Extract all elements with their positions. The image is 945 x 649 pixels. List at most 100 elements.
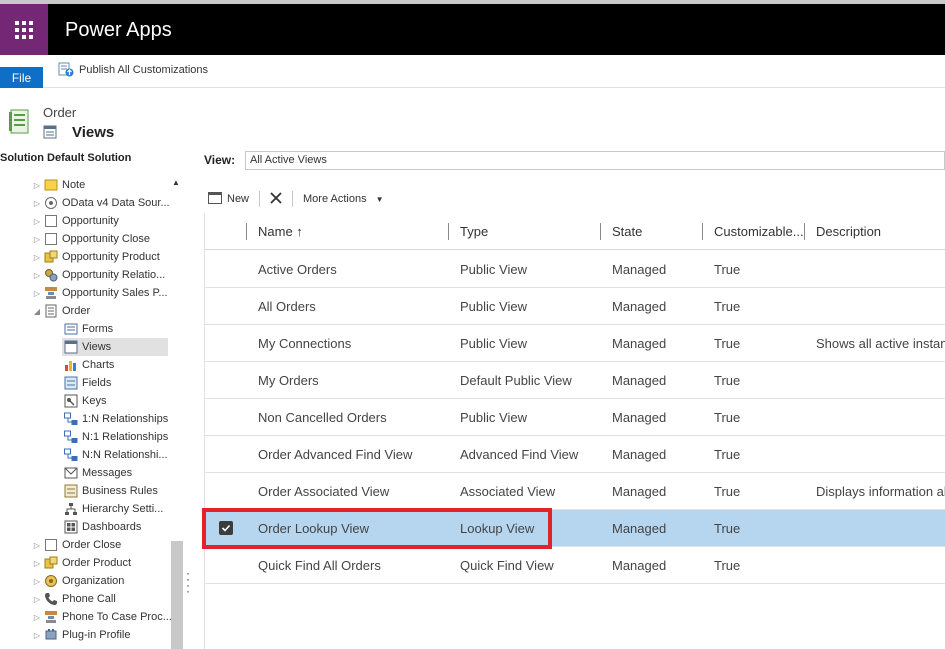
sales-process-icon — [44, 286, 58, 300]
relationship-entity-icon — [44, 268, 58, 282]
solution-tree: ▷ Note ▷ OData v4 Data Sour... ▷ Opportunity ▷… — [0, 176, 188, 649]
hierarchy-icon — [64, 502, 78, 516]
collapsed-arrow-icon[interactable]: ▷ — [32, 217, 42, 226]
column-divider — [804, 223, 805, 240]
cell-customizable: True — [714, 336, 741, 351]
cell-name[interactable]: Active Orders — [258, 251, 452, 288]
column-header-state[interactable]: State — [612, 213, 642, 250]
cell-name[interactable]: Non Cancelled Orders — [258, 399, 452, 436]
tree-item-1-n-relationships[interactable]: 1:N Relationships — [62, 410, 168, 428]
solution-label: Solution Default Solution — [0, 152, 132, 164]
tree-item-order-close[interactable]: ▷ Order Close — [32, 536, 172, 554]
collapsed-arrow-icon[interactable]: ▷ — [32, 577, 42, 586]
cell-name[interactable]: Order Associated View — [258, 473, 452, 510]
collapsed-arrow-icon[interactable]: ▷ — [32, 253, 42, 262]
collapsed-arrow-icon[interactable]: ▷ — [32, 631, 42, 640]
cell-customizable: True — [714, 558, 741, 573]
tree-item-n-1-relationships[interactable]: N:1 Relationships — [62, 428, 168, 446]
collapsed-arrow-icon[interactable]: ▷ — [32, 541, 42, 550]
tree-item-dashboards[interactable]: Dashboards — [62, 518, 168, 536]
new-button[interactable]: New — [204, 191, 253, 207]
collapsed-arrow-icon[interactable]: ▷ — [32, 289, 42, 298]
tree-item-phone-call[interactable]: ▷ Phone Call — [32, 590, 172, 608]
collapsed-arrow-icon[interactable]: ▷ — [32, 613, 42, 622]
table-row[interactable]: My Connections Public View Managed True Show… — [205, 325, 945, 362]
tree-item-odata-v4-data-sour[interactable]: ▷ OData v4 Data Sour... — [32, 194, 172, 212]
cell-name[interactable]: Order Advanced Find View — [258, 436, 452, 473]
cell-name[interactable]: My Connections — [258, 325, 452, 362]
tree-item-label: Hierarchy Setti... — [82, 503, 164, 515]
tree-item-opportunity-close[interactable]: ▷ Opportunity Close — [32, 230, 172, 248]
tree-item-views[interactable]: Views — [62, 338, 168, 356]
app-launcher-button[interactable] — [0, 4, 48, 55]
publish-all-button[interactable]: Publish All Customizations — [58, 61, 208, 79]
tree-item-order[interactable]: ◢ Order — [32, 302, 172, 320]
column-divider — [702, 223, 703, 240]
page-title: Views — [72, 124, 115, 141]
tree-item-note[interactable]: ▷ Note — [32, 176, 172, 194]
tree-item-charts[interactable]: Charts — [62, 356, 168, 374]
table-row[interactable]: Active Orders Public View Managed True — [205, 251, 945, 288]
tree-item-n-n-relationshi[interactable]: N:N Relationshi... — [62, 446, 168, 464]
table-row[interactable]: My Orders Default Public View Managed True — [205, 362, 945, 399]
collapsed-arrow-icon[interactable]: ▷ — [32, 235, 42, 244]
tree-scrollbar[interactable] — [171, 541, 183, 649]
column-header-type[interactable]: Type — [460, 213, 488, 250]
cell-description — [816, 436, 945, 473]
view-selector[interactable]: All Active Views — [245, 151, 945, 170]
more-actions-button[interactable]: More Actions ▼ — [299, 193, 388, 205]
grid-header: Name ↑ Type State Customizable... Descri… — [205, 213, 945, 250]
tree-item-label: Dashboards — [82, 521, 142, 533]
cell-customizable: True — [714, 262, 741, 277]
tree-item-plug-in-profile[interactable]: ▷ Plug-in Profile — [32, 626, 172, 644]
table-row[interactable]: Order Associated View Associated View Mana… — [205, 473, 945, 510]
file-button[interactable]: File — [0, 67, 43, 88]
cell-name[interactable]: Quick Find All Orders — [258, 547, 452, 584]
tree-item-label: N:1 Relationships — [82, 431, 169, 443]
delete-icon — [270, 191, 282, 207]
tree-item-opportunity[interactable]: ▷ Opportunity — [32, 212, 172, 230]
tree-item-label: Fields — [82, 377, 112, 389]
tree-scroll-up-button[interactable]: ▲ — [172, 178, 180, 187]
table-row[interactable]: Non Cancelled Orders Public View Managed Tr… — [205, 399, 945, 436]
column-header-description[interactable]: Description — [816, 213, 881, 250]
toolbar-divider — [292, 191, 294, 207]
pane-splitter-handle[interactable]: · · · · — [186, 567, 190, 597]
tree-item-opportunity-sales-p[interactable]: ▷ Opportunity Sales P... — [32, 284, 172, 302]
column-header-customizable[interactable]: Customizable... — [714, 213, 804, 250]
tree-item-opportunity-product[interactable]: ▷ Opportunity Product — [32, 248, 172, 266]
cell-name[interactable]: My Orders — [258, 362, 452, 399]
phone-icon — [44, 592, 58, 606]
tree-item-order-product[interactable]: ▷ Order Product — [32, 554, 172, 572]
tree-item-fields[interactable]: Fields — [62, 374, 168, 392]
table-row[interactable]: Order Advanced Find View Advanced Find Vi… — [205, 436, 945, 473]
tree-item-forms[interactable]: Forms — [62, 320, 168, 338]
cell-name[interactable]: All Orders — [258, 288, 452, 325]
table-row[interactable]: Quick Find All Orders Quick Find View Mana… — [205, 547, 945, 584]
cell-description: Shows all active instanc — [816, 336, 945, 351]
collapsed-arrow-icon[interactable]: ▷ — [32, 271, 42, 280]
tree-item-organization[interactable]: ▷ Organization — [32, 572, 172, 590]
collapsed-arrow-icon[interactable]: ▷ — [32, 181, 42, 190]
collapsed-arrow-icon[interactable]: ▷ — [32, 595, 42, 604]
tree-item-keys[interactable]: Keys — [62, 392, 168, 410]
delete-button[interactable] — [266, 191, 286, 207]
entity-name: Order — [43, 105, 77, 120]
tree-item-label: OData v4 Data Sour... — [62, 197, 170, 209]
column-header-name[interactable]: Name ↑ — [258, 213, 303, 250]
tree-item-label: Phone To Case Proc... — [62, 611, 172, 623]
highlight-annotation — [202, 508, 552, 549]
tree-item-business-rules[interactable]: Business Rules — [62, 482, 168, 500]
tree-item-opportunity-relatio[interactable]: ▷ Opportunity Relatio... — [32, 266, 172, 284]
tree-item-phone-to-case-proc[interactable]: ▷ Phone To Case Proc... — [32, 608, 172, 626]
expanded-arrow-icon[interactable]: ◢ — [32, 307, 42, 316]
collapsed-arrow-icon[interactable]: ▷ — [32, 559, 42, 568]
tree-item-hierarchy-setti[interactable]: Hierarchy Setti... — [62, 500, 168, 518]
table-row[interactable]: All Orders Public View Managed True — [205, 288, 945, 325]
tree-item-messages[interactable]: Messages — [62, 464, 168, 482]
collapsed-arrow-icon[interactable]: ▷ — [32, 199, 42, 208]
sales-process-icon — [44, 610, 58, 624]
new-label: New — [227, 193, 250, 205]
tree-item-label: Opportunity Relatio... — [62, 269, 166, 281]
tree-item-label: Note — [62, 179, 86, 191]
